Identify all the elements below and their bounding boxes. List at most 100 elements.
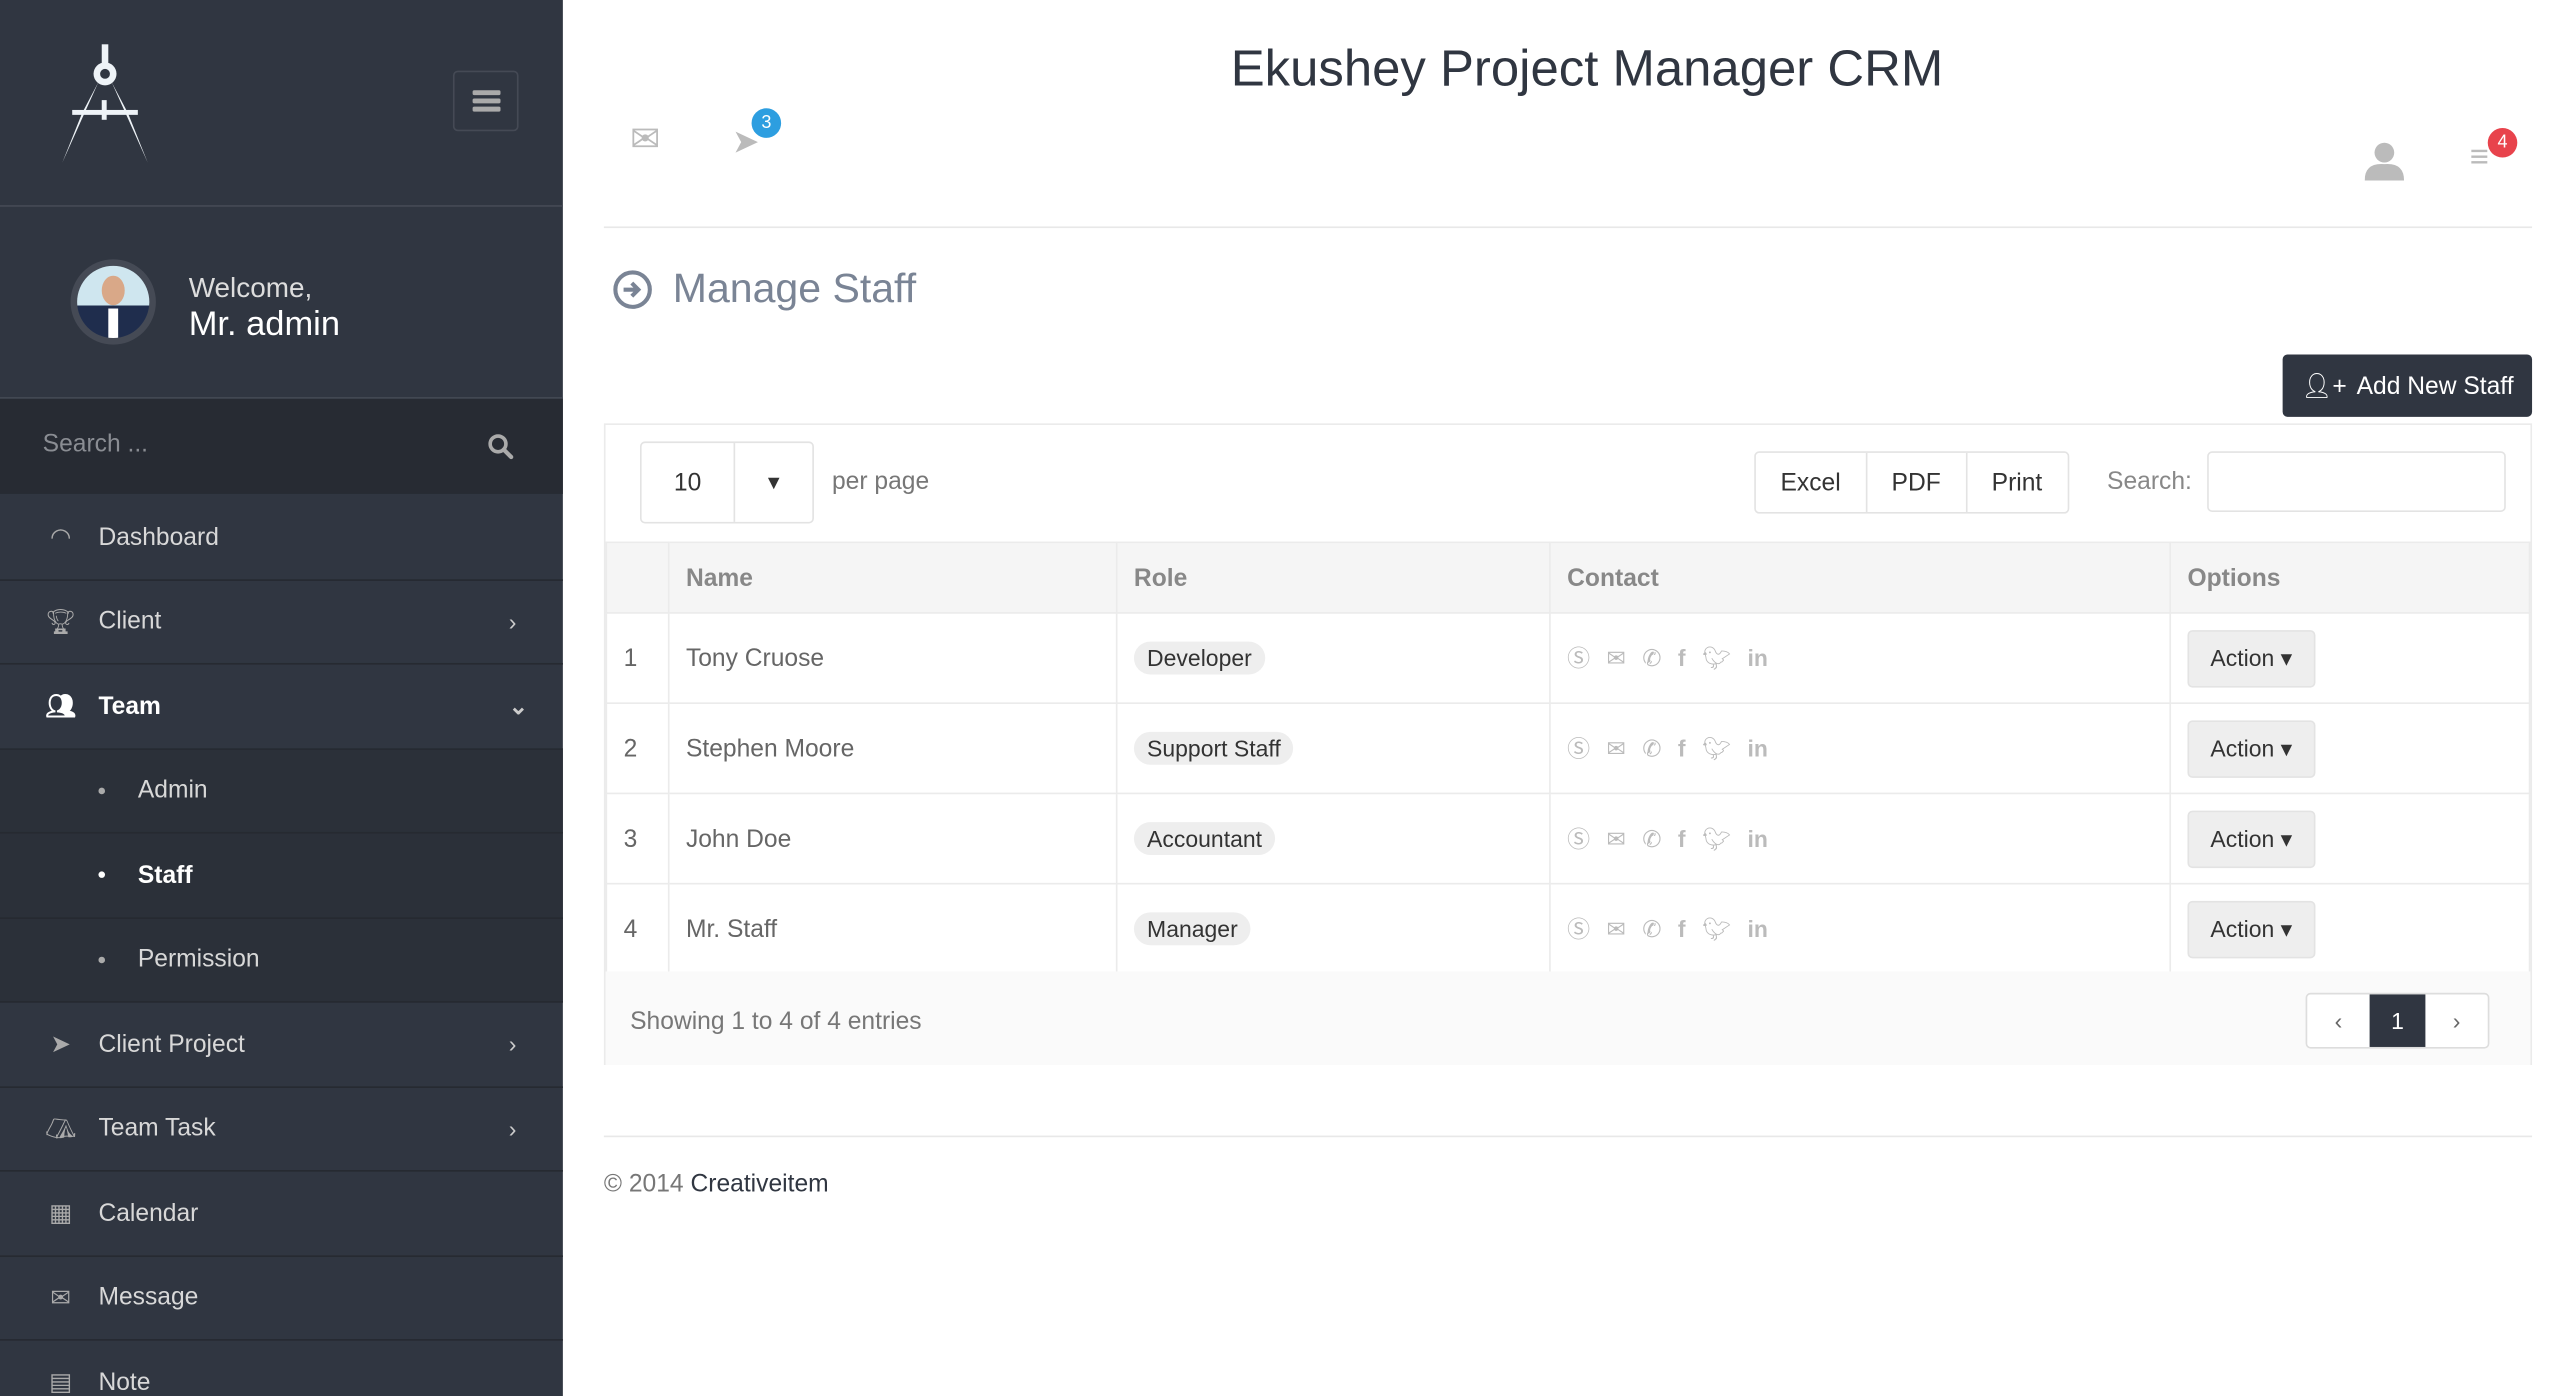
facebook-icon[interactable]: f xyxy=(1678,735,1686,761)
per-page-label: per page xyxy=(831,467,930,496)
search-icon[interactable] xyxy=(487,433,514,460)
chevron-right-icon: › xyxy=(508,1115,517,1142)
sidebar-item-team-task[interactable]: ⛺︎ Team Task › xyxy=(0,1087,563,1172)
linkedin-icon[interactable]: in xyxy=(1748,735,1768,761)
print-button[interactable]: Print xyxy=(1967,453,2067,512)
row-number: 1 xyxy=(605,612,670,704)
trophy-icon: 🏆︎ xyxy=(45,608,77,637)
add-new-staff-button[interactable]: 👤︎+ Add New Staff xyxy=(2282,354,2533,417)
per-page-select[interactable]: 10 ▼ xyxy=(639,441,814,524)
pagination: ‹ 1 › xyxy=(2305,992,2490,1049)
twitter-icon[interactable]: 🐦︎ xyxy=(1702,644,1731,672)
copyright: © 2014 Creativeitem xyxy=(604,1170,829,1198)
skype-icon[interactable]: Ⓢ xyxy=(1567,642,1590,675)
pdf-button[interactable]: PDF xyxy=(1867,452,1968,512)
sidebar-item-client-project[interactable]: ➤ Client Project › xyxy=(0,1003,563,1088)
action-dropdown-button[interactable]: Action ▾ xyxy=(2187,809,2316,868)
sidebar-item-dashboard[interactable]: ◠ Dashboard xyxy=(0,496,563,581)
envelope-icon[interactable]: ✉ xyxy=(1607,825,1626,853)
column-header xyxy=(605,541,670,614)
twitter-icon[interactable]: 🐦︎ xyxy=(1702,825,1731,853)
sidebar-item-note[interactable]: ▤ Note xyxy=(0,1341,563,1396)
sidebar-item-permission[interactable]: Permission xyxy=(0,918,563,1003)
linkedin-icon[interactable]: in xyxy=(1748,645,1768,671)
sidebar-item-label: Note xyxy=(98,1368,151,1396)
column-header[interactable]: Contact xyxy=(1549,541,2172,614)
action-label: Action xyxy=(2210,644,2275,671)
user-icon[interactable] xyxy=(2364,141,2405,181)
action-dropdown-button[interactable]: Action ▾ xyxy=(2187,900,2316,958)
list-icon[interactable]: ≡ xyxy=(2470,139,2489,177)
envelope-icon[interactable]: ✉ xyxy=(1607,644,1626,672)
skype-icon[interactable]: Ⓢ xyxy=(1567,912,1590,945)
column-header[interactable]: Name xyxy=(667,541,1118,614)
sidebar-search xyxy=(0,398,563,494)
role-badge: Accountant xyxy=(1133,821,1276,855)
copyright-text: © 2014 xyxy=(603,1170,684,1198)
excel-button[interactable]: Excel xyxy=(1756,452,1867,512)
twitter-icon[interactable]: 🐦︎ xyxy=(1702,734,1731,762)
column-header[interactable]: Role xyxy=(1115,541,1551,614)
phone-icon[interactable]: ✆ xyxy=(1642,644,1661,672)
sidebar-item-admin[interactable]: Admin xyxy=(0,749,563,834)
sidebar-item-label: Admin xyxy=(137,776,208,805)
company-link[interactable]: Creativeitem xyxy=(690,1170,828,1198)
action-label: Action xyxy=(2210,824,2275,851)
chevron-down-icon: ⌄ xyxy=(508,692,528,719)
role-cell: Developer xyxy=(1115,612,1551,704)
sidebar-item-calendar[interactable]: ▦ Calendar xyxy=(0,1172,563,1257)
tasks-badge: 4 xyxy=(2487,127,2518,158)
previous-page-button[interactable]: ‹ xyxy=(2307,994,2369,1047)
action-dropdown-button[interactable]: Action ▾ xyxy=(2187,629,2316,687)
skype-icon[interactable]: Ⓢ xyxy=(1567,822,1590,855)
sidebar-item-label: Client xyxy=(98,607,162,636)
contact-cell: Ⓢ ✉ ✆ f 🐦︎ in xyxy=(1549,612,2172,704)
staff-name: Stephen Moore xyxy=(667,702,1118,795)
sidebar-item-message[interactable]: ✉ Message xyxy=(0,1256,563,1341)
role-cell: Manager xyxy=(1115,882,1551,975)
page-button[interactable]: 1 xyxy=(2369,994,2426,1047)
chevron-down-icon: ▼ xyxy=(763,470,784,494)
phone-icon[interactable]: ✆ xyxy=(1642,825,1661,853)
table-search-input[interactable] xyxy=(2207,451,2506,512)
envelope-icon[interactable]: ✉ xyxy=(1607,734,1626,762)
options-cell: Action ▾ xyxy=(2169,882,2531,975)
skype-icon[interactable]: Ⓢ xyxy=(1567,732,1590,765)
role-cell: Support Staff xyxy=(1115,702,1551,795)
phone-icon[interactable]: ✆ xyxy=(1642,915,1661,943)
table-row: 1 Tony Cruose Developer Ⓢ ✉ ✆ f 🐦︎ in Action … xyxy=(605,612,2531,704)
user-plus-icon: 👤︎+ xyxy=(2301,372,2347,401)
app-title: Ekushey Project Manager CRM xyxy=(1230,39,1944,97)
sidebar-search-input[interactable] xyxy=(39,428,457,460)
role-badge: Developer xyxy=(1133,640,1265,674)
user-name: Mr. admin xyxy=(188,305,341,343)
envelope-icon[interactable]: ✉ xyxy=(630,118,660,161)
facebook-icon[interactable]: f xyxy=(1678,825,1686,851)
staff-name: John Doe xyxy=(667,792,1118,885)
table-row: 3 John Doe Accountant Ⓢ ✉ ✆ f 🐦︎ in Action ▾ xyxy=(605,792,2531,885)
linkedin-icon[interactable]: in xyxy=(1748,825,1768,851)
divider xyxy=(603,226,2533,229)
twitter-icon[interactable]: 🐦︎ xyxy=(1702,915,1731,943)
action-label: Action xyxy=(2210,914,2275,942)
facebook-icon[interactable]: f xyxy=(1678,916,1686,942)
sidebar-item-team[interactable]: 👥︎ Team ⌄ xyxy=(0,665,563,750)
sidebar-item-label: Team xyxy=(98,692,161,720)
action-dropdown-button[interactable]: Action ▾ xyxy=(2187,719,2316,778)
role-badge: Manager xyxy=(1133,911,1251,945)
contact-cell: Ⓢ ✉ ✆ f 🐦︎ in xyxy=(1549,792,2172,885)
next-page-button[interactable]: › xyxy=(2425,994,2487,1047)
row-number: 4 xyxy=(605,882,670,975)
envelope-icon[interactable]: ✉ xyxy=(1607,915,1626,943)
table-row: 2 Stephen Moore Support Staff Ⓢ ✉ ✆ f 🐦︎ in A… xyxy=(605,702,2531,795)
sidebar-toggle-button[interactable] xyxy=(452,70,519,132)
sidebar-item-client[interactable]: 🏆︎ Client › xyxy=(0,580,563,665)
phone-icon[interactable]: ✆ xyxy=(1642,734,1661,762)
envelope-icon: ✉ xyxy=(50,1284,72,1313)
calendar-icon: ▦ xyxy=(49,1199,73,1228)
staff-name: Mr. Staff xyxy=(667,882,1118,975)
sidebar-item-staff[interactable]: Staff xyxy=(0,833,563,919)
contact-cell: Ⓢ ✉ ✆ f 🐦︎ in xyxy=(1549,702,2172,795)
linkedin-icon[interactable]: in xyxy=(1748,916,1768,942)
facebook-icon[interactable]: f xyxy=(1678,645,1686,671)
